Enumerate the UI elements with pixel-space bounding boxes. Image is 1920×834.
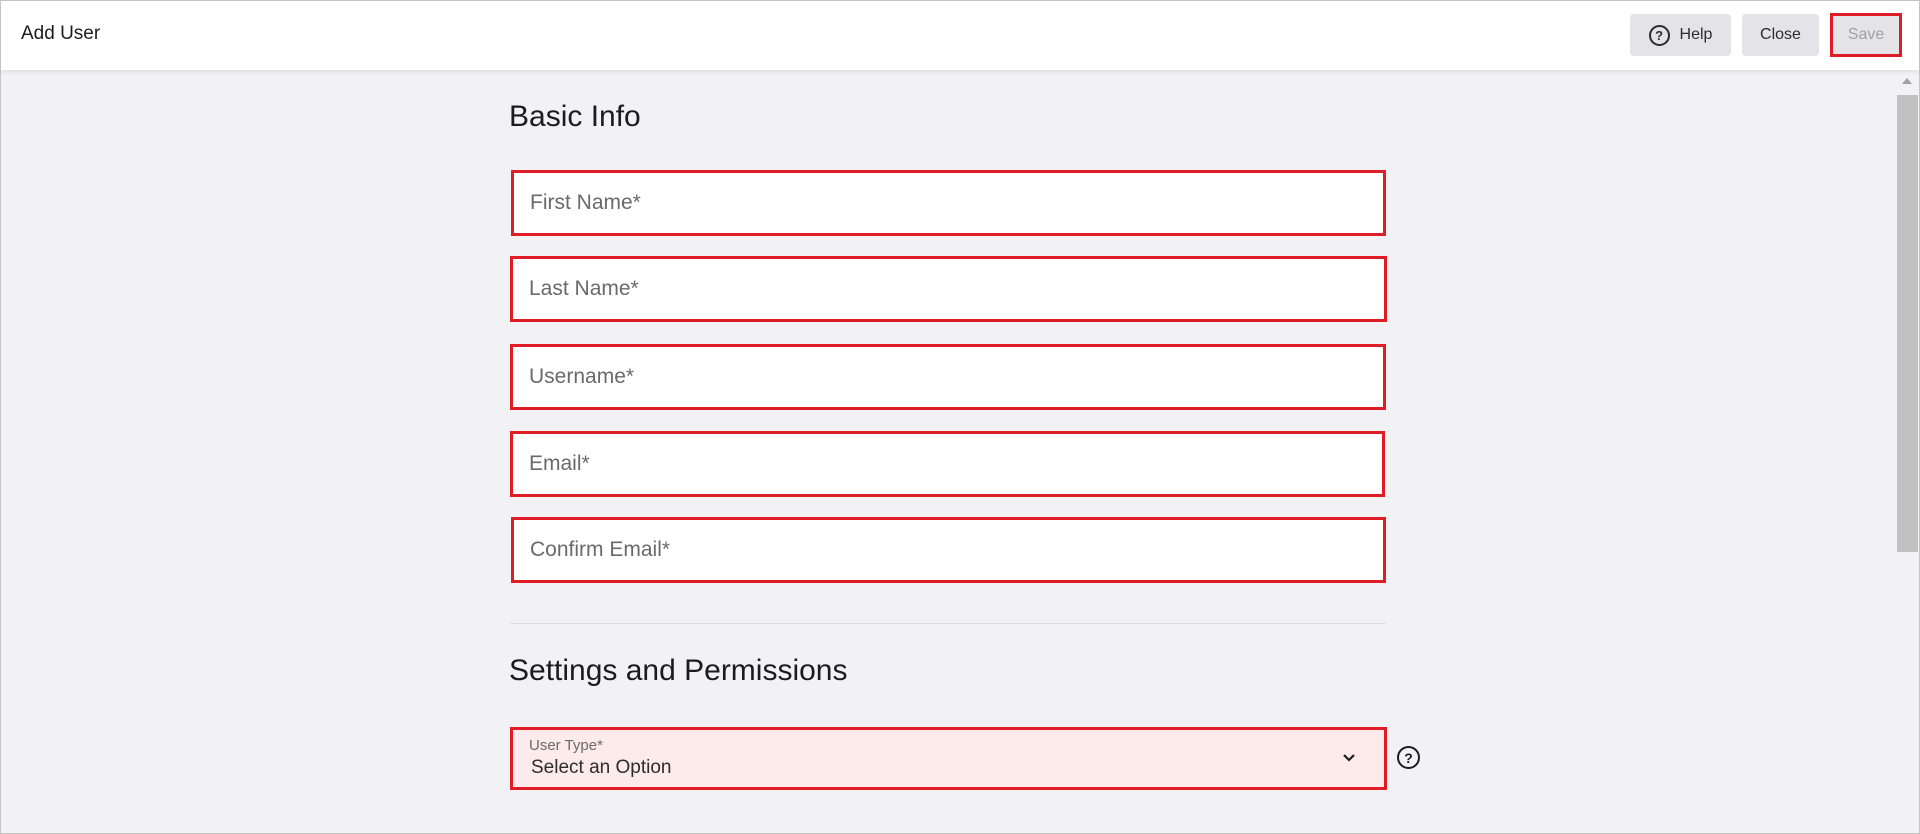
scroll-up-arrow-icon[interactable] bbox=[1902, 78, 1912, 84]
help-button[interactable]: ? Help bbox=[1630, 14, 1731, 56]
question-circle-icon: ? bbox=[1648, 24, 1670, 46]
vertical-scrollbar[interactable] bbox=[1896, 70, 1919, 834]
save-button[interactable]: Save bbox=[1830, 13, 1902, 57]
first-name-input[interactable] bbox=[511, 170, 1386, 236]
page-title: Add User bbox=[21, 23, 101, 44]
username-input[interactable] bbox=[510, 344, 1386, 410]
settings-heading: Settings and Permissions bbox=[509, 654, 848, 687]
chevron-down-icon bbox=[1343, 754, 1355, 762]
window-frame bbox=[0, 0, 1920, 834]
header-bar: Add User ? Help Close Save bbox=[0, 0, 1920, 70]
close-button[interactable]: Close bbox=[1742, 14, 1819, 56]
email-input[interactable] bbox=[510, 431, 1385, 497]
user-type-select[interactable]: User Type* Select an Option bbox=[510, 727, 1387, 790]
section-divider bbox=[510, 623, 1386, 624]
help-button-label: Help bbox=[1679, 26, 1713, 43]
user-type-help-icon[interactable]: ? bbox=[1397, 746, 1420, 769]
basic-info-heading: Basic Info bbox=[509, 100, 641, 133]
user-type-value: Select an Option bbox=[531, 757, 672, 778]
confirm-email-input[interactable] bbox=[511, 517, 1386, 583]
user-type-label: User Type* bbox=[529, 737, 603, 754]
last-name-input[interactable] bbox=[510, 256, 1387, 322]
scrollbar-thumb[interactable] bbox=[1897, 95, 1918, 552]
